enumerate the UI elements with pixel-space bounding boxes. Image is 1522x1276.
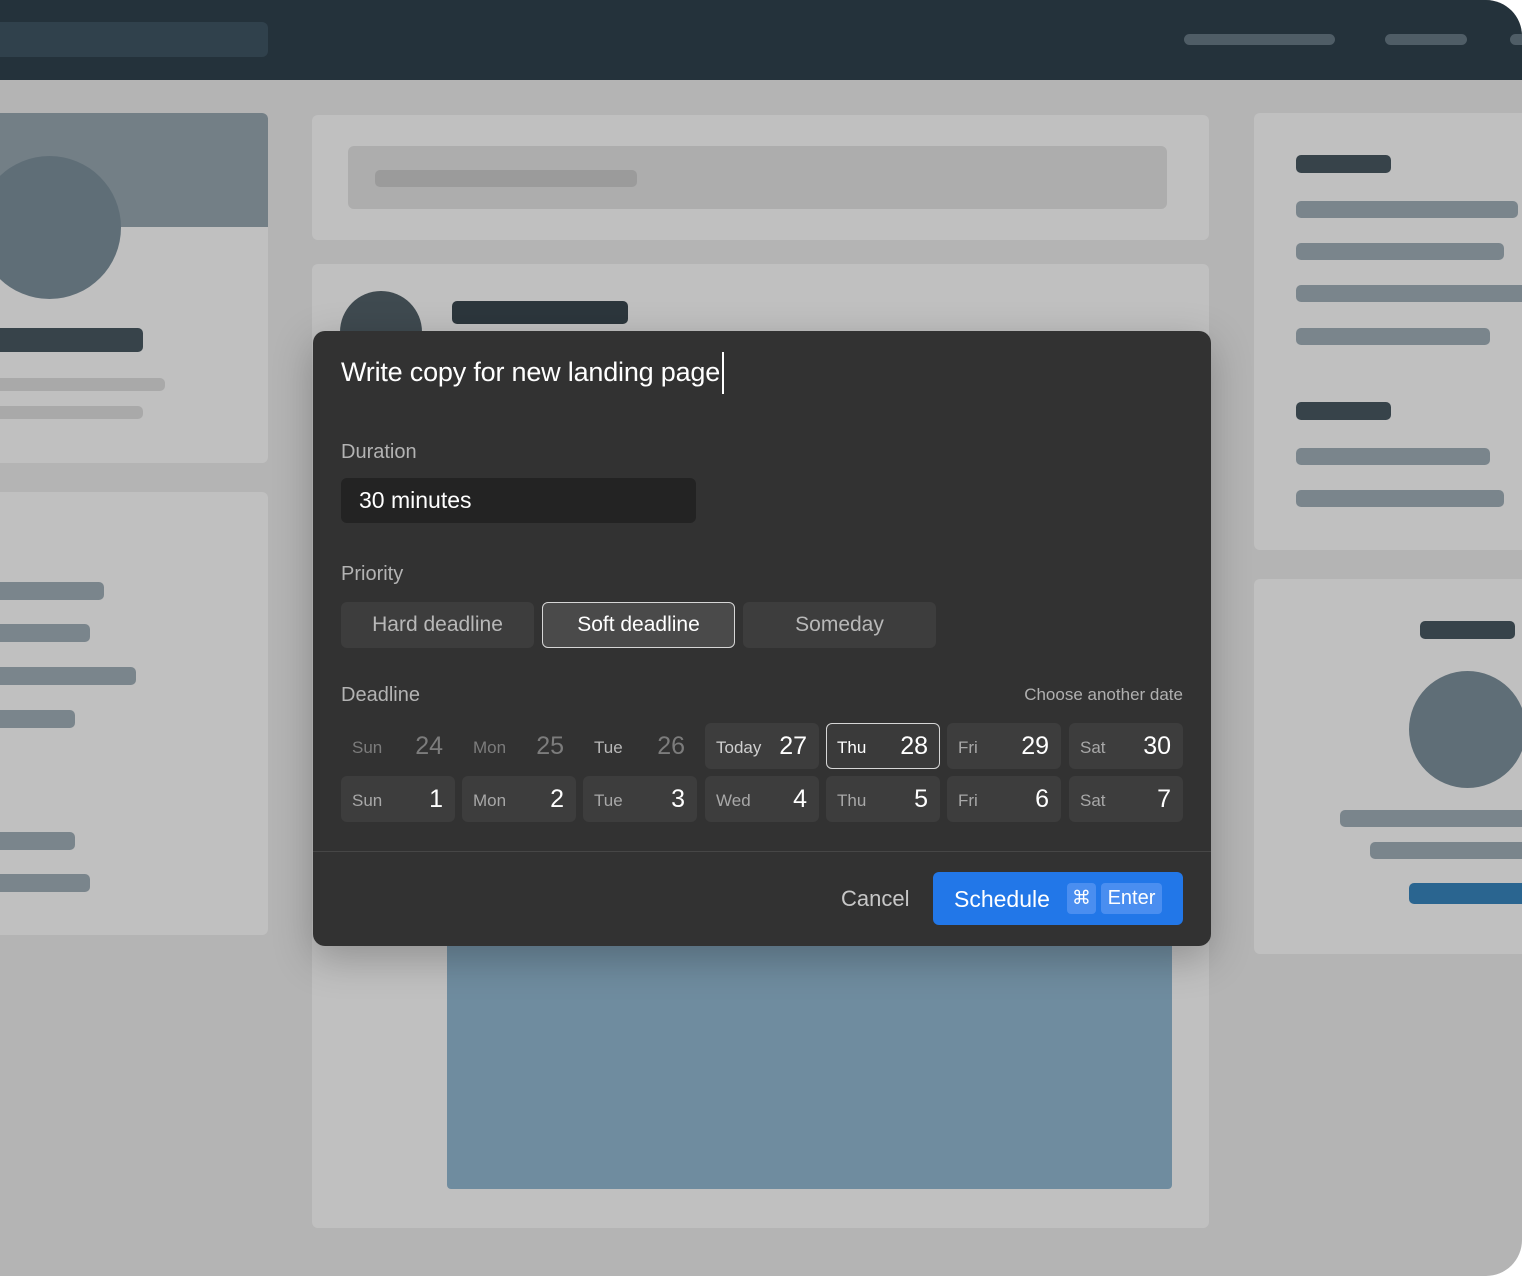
priority-someday-button[interactable]: Someday bbox=[743, 602, 936, 648]
date-weekday: Today bbox=[716, 738, 762, 757]
composer-input-placeholder bbox=[348, 146, 1167, 209]
text-placeholder bbox=[0, 406, 143, 419]
date-weekday: Mon bbox=[473, 738, 507, 757]
text-placeholder bbox=[375, 170, 637, 187]
text-placeholder bbox=[1296, 285, 1522, 302]
date-cell[interactable]: Wed 4 bbox=[705, 776, 819, 822]
date-weekday: Tue bbox=[594, 738, 623, 757]
date-cell-selected[interactable]: Thu 28 bbox=[826, 723, 940, 769]
text-placeholder bbox=[1370, 842, 1522, 859]
text-placeholder bbox=[1420, 621, 1515, 639]
date-cell-today[interactable]: Today 27 bbox=[705, 723, 819, 769]
date-cell[interactable]: Fri 29 bbox=[947, 723, 1061, 769]
date-number: 27 bbox=[779, 732, 807, 760]
duration-field[interactable] bbox=[341, 478, 696, 523]
date-weekday: Wed bbox=[716, 791, 751, 810]
post-image-placeholder bbox=[447, 924, 1172, 1189]
date-weekday: Sat bbox=[1080, 738, 1106, 757]
date-number: 2 bbox=[550, 785, 564, 813]
date-cell[interactable]: Fri 6 bbox=[947, 776, 1061, 822]
text-placeholder bbox=[452, 301, 628, 324]
sidebar-card-placeholder bbox=[0, 492, 268, 935]
nav-placeholder bbox=[1184, 34, 1335, 45]
schedule-task-dialog: Write copy for new landing page Duration… bbox=[313, 331, 1211, 946]
text-placeholder bbox=[0, 832, 75, 850]
widget-card-placeholder bbox=[1254, 113, 1522, 550]
date-number: 5 bbox=[914, 785, 928, 813]
schedule-button-label: Schedule bbox=[954, 886, 1050, 912]
follow-button-placeholder bbox=[1409, 883, 1522, 904]
date-number: 28 bbox=[900, 732, 928, 760]
deadline-label: Deadline bbox=[341, 684, 420, 706]
text-placeholder bbox=[0, 667, 136, 685]
date-cell[interactable]: Sun 1 bbox=[341, 776, 455, 822]
text-placeholder bbox=[1296, 328, 1490, 345]
text-placeholder bbox=[1340, 810, 1522, 827]
suggestion-avatar-placeholder bbox=[1409, 671, 1522, 788]
top-bar bbox=[0, 0, 1522, 80]
choose-another-date-link[interactable]: Choose another date bbox=[1024, 685, 1183, 705]
date-weekday: Sun bbox=[352, 738, 383, 757]
text-placeholder bbox=[1296, 402, 1391, 420]
text-placeholder bbox=[0, 874, 90, 892]
nav-placeholder bbox=[1510, 34, 1522, 45]
profile-card-placeholder bbox=[0, 113, 268, 463]
date-number: 3 bbox=[671, 785, 685, 813]
date-cell: Tue 26 bbox=[583, 723, 697, 769]
date-number: 30 bbox=[1143, 732, 1171, 760]
text-placeholder bbox=[0, 710, 75, 728]
text-placeholder bbox=[1296, 490, 1504, 507]
text-placeholder bbox=[1296, 243, 1504, 260]
command-key-icon: ⌘ bbox=[1067, 883, 1096, 914]
text-cursor bbox=[722, 352, 724, 394]
date-cell[interactable]: Tue 3 bbox=[583, 776, 697, 822]
date-weekday: Sat bbox=[1080, 791, 1106, 810]
date-weekday: Fri bbox=[958, 791, 978, 810]
duration-label: Duration bbox=[341, 441, 417, 463]
composer-card-placeholder bbox=[312, 115, 1209, 240]
text-placeholder bbox=[1296, 201, 1518, 218]
text-placeholder bbox=[0, 582, 104, 600]
enter-key-hint: Enter bbox=[1101, 883, 1162, 914]
priority-label: Priority bbox=[341, 563, 404, 585]
text-placeholder bbox=[0, 624, 90, 642]
date-weekday: Fri bbox=[958, 738, 978, 757]
search-bar-placeholder bbox=[0, 22, 268, 57]
date-cell: Sun 24 bbox=[341, 723, 455, 769]
date-number: 4 bbox=[793, 785, 807, 813]
task-title-input[interactable]: Write copy for new landing page bbox=[341, 357, 720, 388]
suggestion-card-placeholder bbox=[1254, 579, 1522, 954]
date-weekday: Tue bbox=[594, 791, 623, 810]
date-number: 26 bbox=[657, 732, 685, 760]
date-number: 24 bbox=[415, 732, 443, 760]
date-cell[interactable]: Thu 5 bbox=[826, 776, 940, 822]
date-number: 25 bbox=[536, 732, 564, 760]
date-number: 6 bbox=[1035, 785, 1049, 813]
date-weekday: Mon bbox=[473, 791, 507, 810]
date-number: 29 bbox=[1021, 732, 1049, 760]
text-placeholder bbox=[1296, 448, 1490, 465]
date-number: 7 bbox=[1157, 785, 1171, 813]
nav-placeholder bbox=[1385, 34, 1467, 45]
date-weekday: Thu bbox=[837, 791, 867, 810]
text-placeholder bbox=[0, 328, 143, 352]
priority-hard-deadline-button[interactable]: Hard deadline bbox=[341, 602, 534, 648]
date-number: 1 bbox=[429, 785, 443, 813]
date-weekday: Thu bbox=[837, 738, 867, 757]
date-weekday: Sun bbox=[352, 791, 383, 810]
cancel-button[interactable]: Cancel bbox=[841, 886, 909, 912]
date-cell[interactable]: Sat 30 bbox=[1069, 723, 1183, 769]
date-cell[interactable]: Sat 7 bbox=[1069, 776, 1183, 822]
text-placeholder bbox=[0, 378, 165, 391]
text-placeholder bbox=[1296, 155, 1391, 173]
date-cell[interactable]: Mon 2 bbox=[462, 776, 576, 822]
footer-divider bbox=[313, 851, 1211, 852]
schedule-button[interactable]: Schedule ⌘ Enter bbox=[933, 872, 1183, 925]
date-cell: Mon 25 bbox=[462, 723, 576, 769]
app-window: Write copy for new landing page Duration… bbox=[0, 0, 1522, 1276]
priority-soft-deadline-button[interactable]: Soft deadline bbox=[542, 602, 735, 648]
